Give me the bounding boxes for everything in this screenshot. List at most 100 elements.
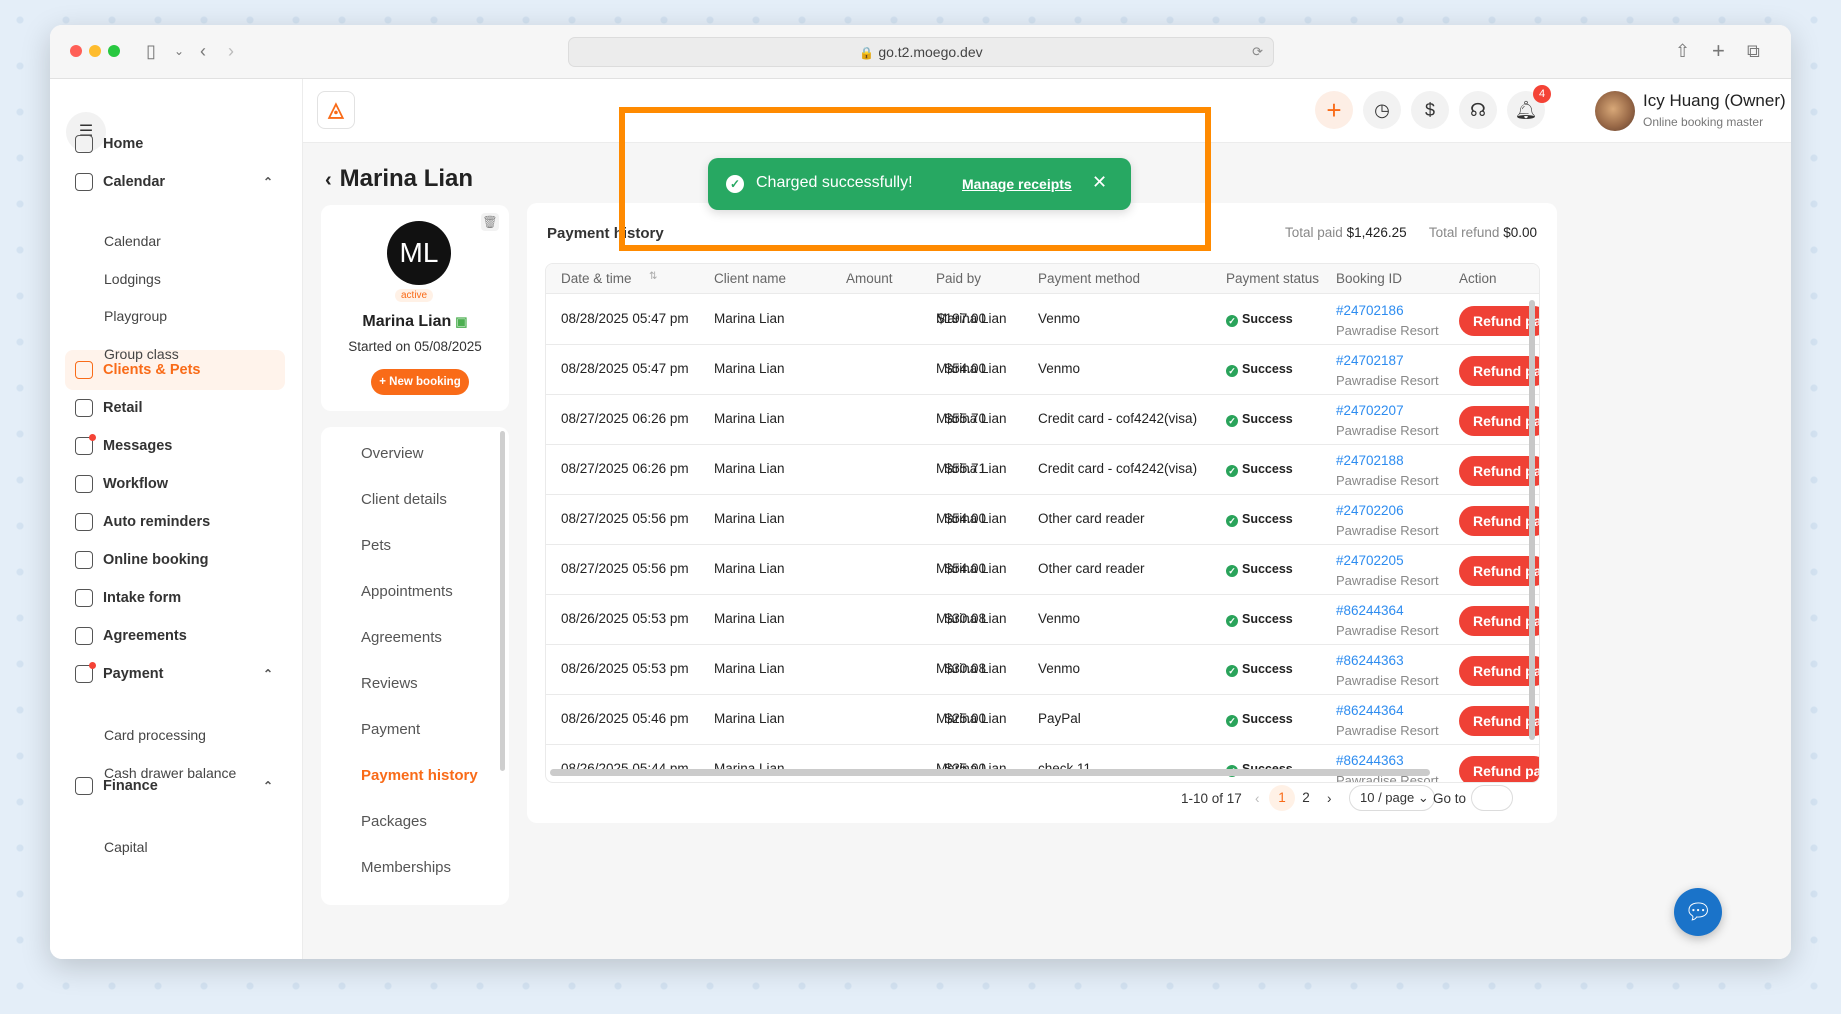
sidebar-item-agreements[interactable]: Agreements — [65, 616, 285, 656]
sidebar-subitem-calendar[interactable]: Calendar — [104, 231, 161, 251]
sidebar-item-home[interactable]: Home — [65, 124, 285, 164]
goto-page-input[interactable] — [1471, 785, 1513, 811]
refund-payment-button[interactable]: Refund pa — [1459, 306, 1539, 336]
sidebar-subitem-playgroup[interactable]: Playgroup — [104, 306, 167, 326]
table-row: 08/26/2025 05:46 pm Marina Lian $25.00 Mari… — [546, 695, 1539, 745]
pagination-range: 1-10 of 17 — [1181, 791, 1242, 806]
table-row: 08/27/2025 05:56 pm Marina Lian $54.00 Mari… — [546, 495, 1539, 545]
add-icon[interactable]: + — [1315, 91, 1353, 129]
sidebar-item-online-booking[interactable]: Online booking — [65, 540, 285, 580]
table-row: 08/28/2025 05:47 pm Marina Lian $54.00 Mari… — [546, 345, 1539, 395]
sidebar-item-workflow[interactable]: Workflow — [65, 464, 285, 504]
sort-icon[interactable]: ⇅ — [649, 271, 657, 282]
refund-payment-button[interactable]: Refund pa — [1459, 706, 1539, 736]
page-number-1[interactable]: 1 — [1269, 785, 1295, 811]
address-bar[interactable]: 🔒 go.t2.moego.dev ⟳ — [568, 37, 1274, 67]
booking-id-link[interactable]: #24702206 — [1336, 503, 1404, 518]
refund-payment-button[interactable]: Refund pa — [1459, 656, 1539, 686]
headset-icon[interactable]: ☊ — [1459, 91, 1497, 129]
sidebar-item-messages[interactable]: Messages — [65, 426, 285, 466]
chevron-up-icon[interactable]: ⌃ — [263, 162, 273, 202]
success-check-icon: ✓ — [1226, 665, 1238, 677]
booking-id-link[interactable]: #24702186 — [1336, 303, 1404, 318]
booking-id-link[interactable]: #86244364 — [1336, 603, 1404, 618]
booking-id-link[interactable]: #86244363 — [1336, 653, 1404, 668]
sidebar-subitem-card-processing[interactable]: Card processing — [104, 725, 206, 745]
sidebar-subitem-group-class[interactable]: Group class — [104, 344, 179, 364]
back-chevron-icon[interactable]: ‹ — [325, 169, 332, 191]
sidebar-item-payment[interactable]: Payment ⌃ — [65, 654, 285, 694]
prev-page-icon[interactable]: ‹ — [1255, 791, 1260, 806]
tabs-overview-icon[interactable]: ⧉ — [1747, 39, 1760, 63]
clock-icon[interactable]: ◷ — [1363, 91, 1401, 129]
reload-icon[interactable]: ⟳ — [1252, 38, 1263, 66]
subnav-item-appointments[interactable]: Appointments — [361, 583, 453, 600]
cell-date-time: 08/28/2025 05:47 pm — [561, 361, 689, 376]
subnav-scrollbar[interactable] — [500, 431, 505, 771]
sidebar-subitem-capital[interactable]: Capital — [104, 837, 148, 857]
user-avatar[interactable] — [1595, 91, 1635, 131]
chevron-down-icon[interactable]: ⌄ — [174, 39, 184, 63]
sidebar-item-intake-form[interactable]: Intake form — [65, 578, 285, 618]
success-check-icon: ✓ — [1226, 365, 1238, 377]
page-number-2[interactable]: 2 — [1293, 785, 1319, 811]
sidebar-subitem-lodgings[interactable]: Lodgings — [104, 269, 161, 289]
refund-payment-button[interactable]: Refund pa — [1459, 506, 1539, 536]
refund-payment-button[interactable]: Refund pa — [1459, 456, 1539, 486]
close-window-button[interactable] — [70, 45, 82, 57]
refund-payment-button[interactable]: Refund pa — [1459, 356, 1539, 386]
refund-payment-button[interactable]: Refund pa — [1459, 556, 1539, 586]
booking-id-link[interactable]: #24702207 — [1336, 403, 1404, 418]
new-tab-icon[interactable]: + — [1712, 39, 1725, 63]
share-icon[interactable]: ⇧ — [1675, 39, 1690, 63]
table-vertical-scrollbar[interactable] — [1529, 300, 1535, 740]
subnav-item-reviews[interactable]: Reviews — [361, 675, 418, 692]
url-text: go.t2.moego.dev — [878, 44, 983, 60]
chevron-up-icon[interactable]: ⌃ — [263, 766, 273, 806]
sidebar-subitem-cash-drawer-balance[interactable]: Cash drawer balance — [104, 763, 236, 783]
refund-payment-button[interactable]: Refund pa — [1459, 606, 1539, 636]
sidebar-item-calendar[interactable]: Calendar ⌃ — [65, 162, 285, 202]
app-logo[interactable]: ◬ — [317, 91, 355, 129]
subnav-item-payment[interactable]: Payment — [361, 721, 420, 738]
zoom-window-button[interactable] — [108, 45, 120, 57]
annotation-highlight-box — [619, 107, 1211, 251]
booking-id-link[interactable]: #86244363 — [1336, 753, 1404, 768]
page-size-select[interactable]: 10 / page ⌄ — [1349, 785, 1435, 811]
status-text: Success — [1242, 562, 1293, 576]
total-refund-label: Total refund — [1428, 225, 1500, 240]
subnav-item-memberships[interactable]: Memberships — [361, 859, 451, 876]
subnav-item-overview[interactable]: Overview — [361, 445, 424, 462]
subnav-item-agreements[interactable]: Agreements — [361, 629, 442, 646]
booking-id-link[interactable]: #24702187 — [1336, 353, 1404, 368]
dollar-register-icon[interactable]: $ — [1411, 91, 1449, 129]
refund-payment-button[interactable]: Refund pa — [1459, 756, 1539, 782]
back-arrow-icon[interactable]: ‹ — [200, 39, 206, 63]
table-horizontal-scrollbar[interactable] — [550, 769, 1430, 776]
subnav-item-packages[interactable]: Packages — [361, 813, 427, 830]
booking-id-link[interactable]: #24702205 — [1336, 553, 1404, 568]
subnav-item-payment-history[interactable]: Payment history — [361, 767, 478, 784]
minimize-window-button[interactable] — [89, 45, 101, 57]
bell-icon[interactable]: 🔔︎ 4 — [1507, 85, 1551, 129]
booking-id-link[interactable]: #86244364 — [1336, 703, 1404, 718]
cell-payment-method: Venmo — [1038, 361, 1081, 376]
sidebar-toggle-icon[interactable]: ▯ — [146, 39, 156, 63]
success-check-icon: ✓ — [1226, 615, 1238, 627]
sidebar-item-retail[interactable]: Retail — [65, 388, 285, 428]
next-page-icon[interactable]: › — [1327, 791, 1332, 806]
sidebar-item-auto-reminders[interactable]: Auto reminders — [65, 502, 285, 542]
trash-icon[interactable]: 🗑︎ — [481, 213, 499, 231]
success-check-icon: ✓ — [1226, 715, 1238, 727]
chat-support-button[interactable]: 💬︎ — [1674, 888, 1722, 936]
sidebar-item-label: Online booking — [103, 552, 209, 568]
forward-arrow-icon[interactable]: › — [228, 39, 234, 63]
booking-id-link[interactable]: #24702188 — [1336, 453, 1404, 468]
user-name[interactable]: Icy Huang (Owner) — [1643, 91, 1786, 111]
new-booking-button[interactable]: + New booking — [371, 369, 469, 395]
refund-payment-button[interactable]: Refund pa — [1459, 406, 1539, 436]
subnav-item-client-details[interactable]: Client details — [361, 491, 447, 508]
chevron-up-icon[interactable]: ⌃ — [263, 654, 273, 694]
column-header-date-time[interactable]: Date & time — [561, 271, 632, 286]
subnav-item-pets[interactable]: Pets — [361, 537, 391, 554]
